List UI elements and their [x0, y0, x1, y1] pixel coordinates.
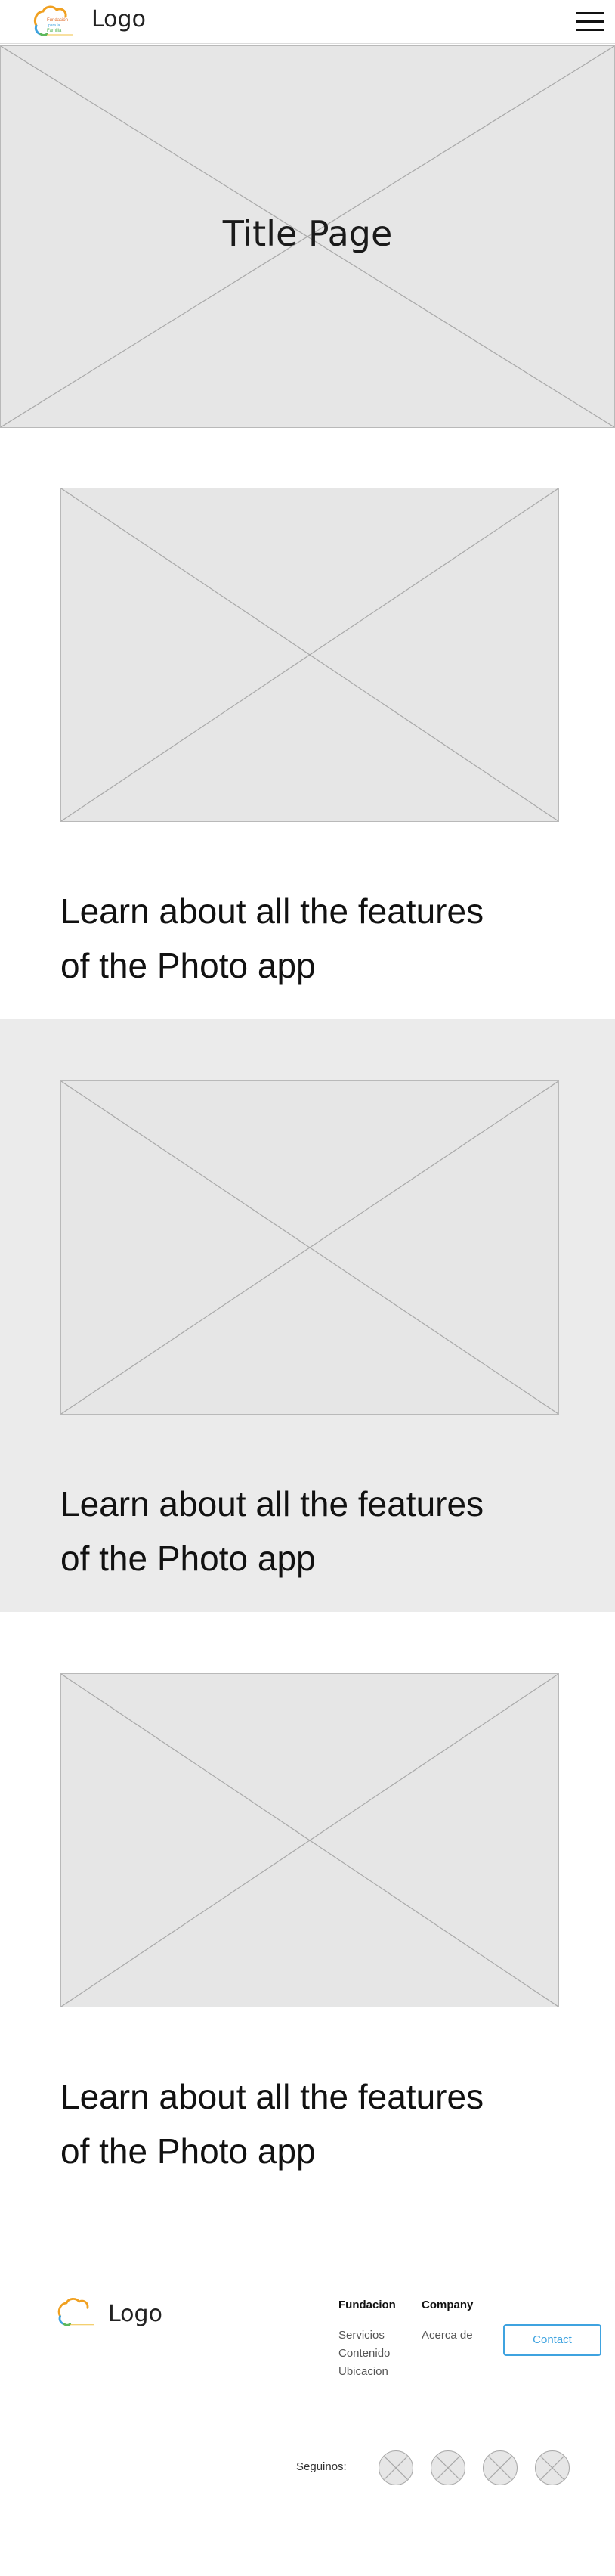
feature-heading-line-1: Learn about all the features — [60, 2077, 484, 2116]
feature-heading-line-1: Learn about all the features — [60, 891, 484, 931]
hamburger-icon[interactable] — [576, 11, 604, 32]
feature-heading-line-2: of the Photo app — [60, 2131, 316, 2171]
social-icon-4[interactable] — [535, 2450, 570, 2485]
hero-title: Title Page — [222, 213, 393, 254]
hamburger-bar — [576, 20, 604, 23]
logo-small-line-2: para la — [48, 23, 60, 28]
hamburger-bar — [576, 12, 604, 14]
contact-button[interactable]: Contact — [503, 2324, 601, 2356]
feature-heading-line-2: of the Photo app — [60, 1539, 316, 1578]
footer-col-heading-fundacion: Fundacion — [338, 2299, 396, 2311]
logo-mark-icon[interactable]: Fundación para la Familia — [32, 3, 76, 39]
site-header: Fundación para la Familia Logo — [0, 0, 615, 44]
feature-heading: Learn about all the features of the Phot… — [60, 1477, 574, 1586]
footer-logo-mark-icon[interactable] — [56, 2295, 97, 2330]
feature-heading: Learn about all the features of the Phot… — [60, 2069, 574, 2178]
footer-link-acerca-de[interactable]: Acerca de — [422, 2329, 473, 2342]
hamburger-bar — [576, 29, 604, 31]
header-logo-text[interactable]: Logo — [91, 6, 146, 33]
footer-link-servicios[interactable]: Servicios — [338, 2329, 385, 2342]
social-icon-2[interactable] — [431, 2450, 465, 2485]
feature-heading-line-1: Learn about all the features — [60, 1484, 484, 1524]
footer-link-contenido[interactable]: Contenido — [338, 2347, 390, 2360]
social-icon-1[interactable] — [379, 2450, 413, 2485]
social-icon-3[interactable] — [483, 2450, 518, 2485]
footer-col-heading-company: Company — [422, 2299, 474, 2311]
feature-image-placeholder — [60, 1080, 559, 1415]
logo-small-line-3: Familia — [47, 29, 62, 33]
feature-heading-line-2: of the Photo app — [60, 946, 316, 985]
footer-link-ubicacion[interactable]: Ubicacion — [338, 2365, 388, 2378]
feature-image-placeholder — [60, 488, 559, 822]
follow-label: Seguinos: — [296, 2460, 347, 2473]
logo-small-line-1: Fundación — [47, 18, 68, 23]
footer-logo-text[interactable]: Logo — [108, 2301, 162, 2327]
feature-image-placeholder — [60, 1673, 559, 2007]
feature-heading: Learn about all the features of the Phot… — [60, 884, 574, 993]
